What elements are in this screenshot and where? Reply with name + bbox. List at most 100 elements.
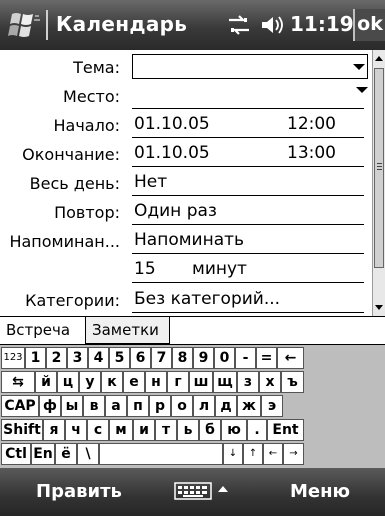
key-backslash[interactable]: \ (77, 443, 99, 465)
key-6[interactable]: 6 (130, 347, 151, 369)
start-row: Начало: 01.10.05 12:00 (0, 110, 372, 139)
key-shift[interactable]: Shift (1, 419, 43, 441)
occurs-value[interactable]: Один раз (134, 201, 217, 221)
key-щ[interactable]: щ (213, 371, 237, 393)
subject-input[interactable] (132, 54, 368, 79)
key-8[interactable]: 8 (172, 347, 193, 369)
key-arrow-left[interactable]: ← (263, 443, 283, 465)
categories-value[interactable]: Без категорий... (134, 289, 280, 309)
key-9[interactable]: 9 (193, 347, 214, 369)
key-equals[interactable]: = (256, 347, 277, 369)
key-ы[interactable]: ы (61, 395, 83, 417)
input-panel-arrow-icon[interactable] (218, 486, 228, 492)
key-у[interactable]: у (79, 371, 101, 393)
key-о[interactable]: о (171, 395, 193, 417)
key-с[interactable]: с (87, 419, 109, 441)
key-х[interactable]: х (259, 371, 281, 393)
key-arrow-up[interactable]: ↑ (243, 443, 263, 465)
reminder-unit[interactable]: минут (192, 259, 247, 279)
all-day-value[interactable]: Нет (134, 172, 167, 192)
key-tab[interactable]: ⇆ (1, 371, 35, 393)
key-з[interactable]: з (237, 371, 259, 393)
key-7[interactable]: 7 (151, 347, 172, 369)
scroll-up-icon[interactable] (375, 56, 383, 61)
key-ш[interactable]: ш (189, 371, 213, 393)
key-4[interactable]: 4 (88, 347, 109, 369)
reminder-label: Напоминан... (9, 232, 120, 251)
tab-notes[interactable]: Заметки (86, 317, 170, 344)
key-к[interactable]: к (101, 371, 123, 393)
categories-underline (132, 312, 364, 313)
title-bar: Календарь 11:19 ok (0, 0, 385, 50)
scroll-thumb[interactable] (374, 68, 384, 268)
key-ctrl[interactable]: Ctl (1, 443, 31, 465)
reminder-amount[interactable]: 15 (134, 259, 156, 279)
start-time[interactable]: 12:00 (287, 114, 336, 134)
key-ж[interactable]: ж (237, 395, 261, 417)
key-и[interactable]: и (133, 419, 155, 441)
subject-dropdown-icon[interactable] (353, 64, 365, 70)
clock[interactable]: 11:19 (290, 12, 354, 36)
connectivity-icon[interactable] (226, 14, 252, 36)
scroll-down-icon[interactable] (375, 305, 383, 310)
key-ц[interactable]: ц (57, 371, 79, 393)
key-г[interactable]: г (167, 371, 189, 393)
menu-softkey[interactable]: Меню (290, 481, 350, 502)
form-scrollbar[interactable] (372, 50, 385, 316)
key-р[interactable]: р (149, 395, 171, 417)
key-й[interactable]: й (35, 371, 57, 393)
key-ь[interactable]: ь (177, 419, 199, 441)
location-underline (132, 108, 364, 109)
key-arrow-right[interactable]: → (283, 443, 304, 465)
ok-button[interactable]: ok (353, 9, 385, 41)
edit-softkey[interactable]: Править (36, 481, 122, 502)
key-minus[interactable]: - (235, 347, 256, 369)
key-ч[interactable]: ч (65, 419, 87, 441)
key-ъ[interactable]: ъ (281, 371, 304, 393)
key-2[interactable]: 2 (46, 347, 67, 369)
key-п[interactable]: п (127, 395, 149, 417)
subject-label: Тема: (73, 58, 120, 77)
key-5[interactable]: 5 (109, 347, 130, 369)
key-ю[interactable]: ю (221, 419, 247, 441)
keyboard-icon[interactable] (174, 482, 212, 500)
key-backspace[interactable]: ← (277, 347, 304, 369)
location-label: Место: (63, 87, 120, 106)
key-м[interactable]: м (109, 419, 133, 441)
key-arrow-down[interactable]: ↓ (223, 443, 243, 465)
subject-row: Тема: (0, 52, 372, 81)
location-dropdown-icon[interactable] (356, 87, 368, 93)
keyboard-row-5: Ctl En ё \ ↓ ↑ ← → (0, 442, 385, 466)
key-д[interactable]: д (215, 395, 237, 417)
key-я[interactable]: я (43, 419, 65, 441)
windows-start-icon[interactable] (6, 8, 42, 42)
key-3[interactable]: 3 (67, 347, 88, 369)
key-н[interactable]: н (145, 371, 167, 393)
reminder-value[interactable]: Напоминать (134, 230, 244, 250)
key-caps[interactable]: CAP (1, 395, 39, 417)
key-ё[interactable]: ё (55, 443, 77, 465)
key-space[interactable] (99, 443, 223, 465)
key-1[interactable]: 1 (25, 347, 46, 369)
key-period[interactable]: . (247, 419, 267, 441)
key-в[interactable]: в (83, 395, 105, 417)
key-е[interactable]: е (123, 371, 145, 393)
volume-icon[interactable] (258, 12, 284, 38)
key-т[interactable]: т (155, 419, 177, 441)
key-э[interactable]: э (261, 395, 283, 417)
key-lang[interactable]: En (31, 443, 55, 465)
key-а[interactable]: а (105, 395, 127, 417)
keyboard-row-3: CAP ф ы в а п р о л д ж э (0, 394, 385, 418)
key-б[interactable]: б (199, 419, 221, 441)
start-date[interactable]: 01.10.05 (134, 114, 210, 134)
reminder-underline (132, 253, 364, 254)
end-date[interactable]: 01.10.05 (134, 143, 210, 163)
end-time[interactable]: 13:00 (287, 143, 336, 163)
key-л[interactable]: л (193, 395, 215, 417)
occurs-row: Повтор: Один раз (0, 197, 372, 226)
key-ф[interactable]: ф (39, 395, 61, 417)
tab-appointment[interactable]: Встреча (0, 317, 86, 344)
key-0[interactable]: 0 (214, 347, 235, 369)
key-enter[interactable]: Ent (267, 419, 304, 441)
key-123[interactable]: 123 (1, 347, 25, 369)
